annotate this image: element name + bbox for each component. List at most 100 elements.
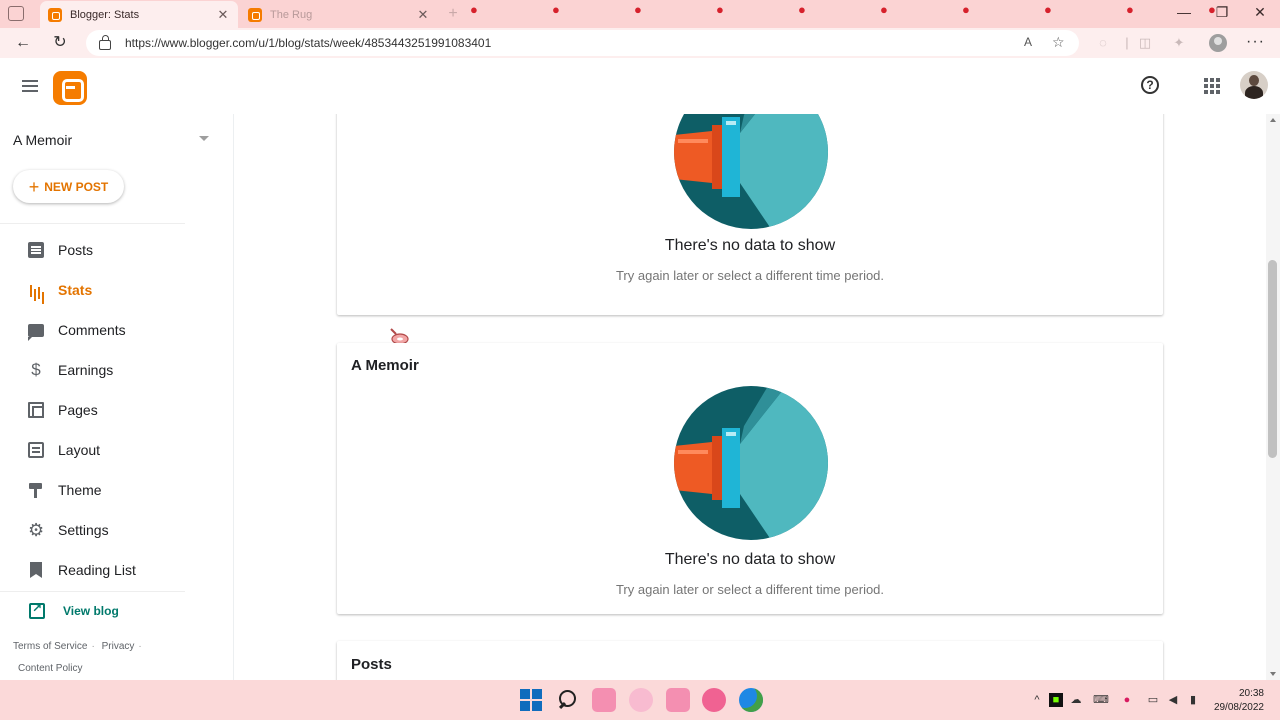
back-arrow-icon[interactable]: ←	[12, 32, 34, 54]
tab-close-icon[interactable]: ✕	[416, 7, 430, 23]
url-text[interactable]: https://www.blogger.com/u/1/blog/stats/w…	[125, 36, 491, 50]
megaphone-illustration-icon	[674, 114, 828, 229]
stats-main: There's no data to show Try again later …	[234, 114, 1266, 680]
sidebar-item-posts[interactable]: Posts	[0, 230, 230, 270]
privacy-link[interactable]: Privacy	[102, 641, 135, 652]
stats-card-a-memoir: A Memoir There's no data to show Try aga…	[337, 343, 1163, 614]
plus-icon: +	[28, 176, 40, 197]
page-scrollbar[interactable]	[1266, 114, 1280, 680]
google-apps-icon[interactable]	[1204, 78, 1220, 94]
open-in-new-icon	[29, 601, 45, 619]
divider	[0, 223, 185, 224]
reading-list-icon	[30, 562, 42, 578]
pages-icon	[28, 402, 44, 418]
view-blog-link[interactable]: View blog	[0, 594, 230, 628]
sidebar: A Memoir + NEW POST Posts Stats Comments…	[0, 114, 234, 680]
cloud-icon[interactable]: ☁	[1069, 693, 1083, 707]
megaphone-illustration-icon	[674, 386, 828, 540]
sidebar-item-label: Stats	[58, 282, 93, 298]
toolbar-separator: |	[1125, 35, 1129, 50]
sidebar-item-earnings[interactable]: $ Earnings	[0, 350, 230, 390]
windows-start-icon[interactable]	[519, 688, 543, 712]
help-icon[interactable]: ?	[1141, 76, 1159, 94]
refresh-icon[interactable]: ↻	[49, 32, 71, 54]
new-tab-button[interactable]: +	[444, 5, 462, 23]
read-aloud-icon[interactable]: A	[1024, 35, 1032, 49]
tab-close-icon[interactable]: ✕	[216, 7, 230, 23]
stats-card: There's no data to show Try again later …	[337, 114, 1163, 315]
nvidia-icon[interactable]: ■	[1049, 693, 1063, 707]
microphone-icon[interactable]: ●	[1120, 693, 1134, 707]
tab-title: Blogger: Stats	[70, 8, 140, 21]
blogger-logo-icon[interactable]	[53, 71, 87, 105]
workspaces-icon[interactable]	[8, 6, 24, 21]
empty-state-title: There's no data to show	[664, 237, 836, 254]
sidebar-item-pages[interactable]: Pages	[0, 390, 230, 430]
sidebar-item-label: Settings	[58, 522, 109, 538]
windows-taskbar: ^ ■ ☁ ⌨ ● ▭ ◀ ▮ 20:38 29/08/2022	[0, 680, 1280, 720]
browser-tab-bar: Blogger: Stats ✕ The Rug ✕ + — ❐ ✕	[0, 0, 1280, 28]
sidebar-item-reading-list[interactable]: Reading List	[0, 550, 230, 590]
sidebar-item-settings[interactable]: ⚙ Settings	[0, 510, 230, 550]
collections-icon[interactable]: ◫	[1136, 34, 1154, 52]
battery-icon[interactable]: ▮	[1186, 693, 1200, 707]
sidebar-item-stats[interactable]: Stats	[0, 270, 230, 310]
lock-icon[interactable]	[99, 35, 111, 50]
settings-icon: ⚙	[28, 520, 45, 540]
favorites-bar-icon[interactable]: ✦	[1170, 34, 1188, 52]
keyboard-icon[interactable]: ⌨	[1093, 693, 1109, 707]
scroll-up-icon[interactable]	[1270, 118, 1276, 122]
network-icon[interactable]: ▭	[1146, 693, 1160, 707]
tab-title: The Rug	[270, 8, 313, 21]
tab-the-rug[interactable]: The Rug ✕	[240, 1, 438, 28]
new-post-label: NEW POST	[44, 179, 109, 194]
vectornator-app-icon[interactable]	[592, 688, 616, 712]
terms-of-service-link[interactable]: Terms of Service	[13, 641, 87, 652]
chevron-down-icon[interactable]	[199, 136, 209, 141]
avatar[interactable]	[1240, 71, 1268, 99]
sidebar-item-theme[interactable]: Theme	[0, 470, 230, 510]
clock-date[interactable]: 29/08/2022	[1200, 702, 1264, 713]
edge-browser-icon[interactable]	[739, 688, 763, 712]
mouse-cursor-icon	[390, 328, 409, 344]
blog-selector[interactable]: A Memoir	[13, 132, 72, 148]
hamburger-menu-icon[interactable]	[22, 80, 38, 92]
sidebar-item-label: Layout	[58, 442, 101, 458]
minimize-button[interactable]: —	[1172, 4, 1196, 20]
new-post-button[interactable]: + NEW POST	[13, 170, 124, 203]
scroll-down-icon[interactable]	[1270, 672, 1276, 676]
tab-blogger-stats[interactable]: Blogger: Stats ✕	[40, 1, 238, 28]
chevron-up-icon[interactable]: ^	[1030, 693, 1044, 707]
sidebar-item-label: Pages	[58, 402, 98, 418]
sidebar-item-layout[interactable]: Layout	[0, 430, 230, 470]
favorite-star-icon[interactable]: ☆	[1052, 34, 1065, 51]
stats-card-posts: Posts	[337, 641, 1163, 680]
card-title: Posts	[351, 656, 392, 673]
search-icon[interactable]	[556, 688, 580, 712]
sidebar-item-comments[interactable]: Comments	[0, 310, 230, 350]
content-policy-link[interactable]: Content Policy	[18, 663, 82, 674]
scroll-thumb[interactable]	[1268, 260, 1277, 458]
sidebar-item-label: Posts	[58, 242, 94, 258]
address-bar[interactable]: https://www.blogger.com/u/1/blog/stats/w…	[86, 30, 1079, 56]
volume-icon[interactable]: ◀	[1166, 693, 1180, 707]
empty-state-title: There's no data to show	[664, 551, 836, 568]
extension-icon[interactable]: ◌	[1094, 34, 1112, 52]
sidebar-item-label: Earnings	[58, 362, 114, 378]
clock-time[interactable]: 20:38	[1200, 688, 1264, 699]
close-window-button[interactable]: ✕	[1248, 4, 1272, 21]
sidebar-item-label: Reading List	[58, 562, 136, 578]
theme-icon	[28, 482, 44, 498]
illustrator-app-icon[interactable]	[666, 688, 690, 712]
discord-app-icon[interactable]	[629, 688, 653, 712]
comments-icon	[28, 323, 44, 341]
layout-icon	[28, 442, 44, 458]
earnings-icon: $	[31, 360, 41, 379]
browser-profile-icon[interactable]	[1209, 34, 1227, 52]
osu-app-icon[interactable]	[702, 688, 726, 712]
restore-button[interactable]: ❐	[1210, 4, 1234, 21]
blogger-favicon-icon	[48, 7, 62, 22]
stats-icon	[28, 282, 44, 298]
empty-state-subtitle: Try again later or select a different ti…	[615, 268, 885, 283]
browser-menu-icon[interactable]: ···	[1246, 33, 1265, 51]
